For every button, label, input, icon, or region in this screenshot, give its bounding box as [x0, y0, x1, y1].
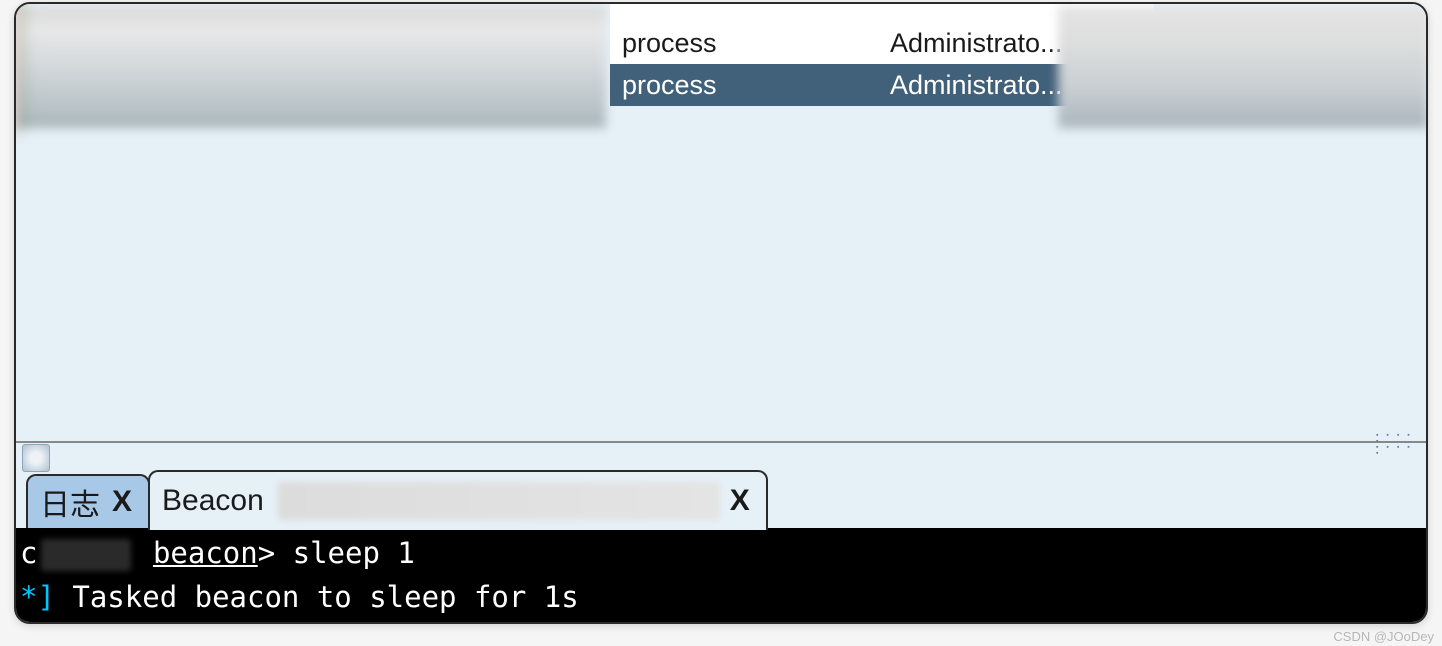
console-command: sleep 1	[293, 536, 415, 570]
tab-label: 日志	[40, 480, 100, 524]
app-window: process Administrato... process Administ…	[14, 2, 1428, 624]
tab-scroll-icon[interactable]	[22, 444, 50, 472]
tab-label: Beacon	[162, 484, 264, 518]
redacted-area-left	[16, 6, 606, 128]
redacted-tab-text	[278, 482, 720, 520]
tab-beacon[interactable]: Beacon X	[148, 470, 768, 530]
console-prompt-line: c beacon> sleep 1	[20, 532, 1422, 576]
console-response: Tasked beacon to sleep for 1s	[72, 580, 578, 614]
cell-process-name: process	[610, 70, 886, 101]
cell-process-name	[610, 2, 886, 22]
redacted-host	[41, 539, 131, 571]
beacon-console[interactable]: c beacon> sleep 1 *] Tasked beacon to sl…	[16, 530, 1426, 624]
session-list-pane: process Administrato... process Administ…	[16, 4, 1426, 441]
close-icon[interactable]: X	[726, 484, 754, 518]
marker-icon: *]	[20, 580, 55, 614]
cell-process-name: process	[610, 28, 886, 59]
pane-divider[interactable]	[16, 441, 1426, 443]
watermark: CSDN @JOoDey	[1333, 629, 1434, 644]
redacted-area-right	[1058, 6, 1428, 128]
tab-strip: 日志X Beacon X	[16, 456, 1426, 530]
tab-log[interactable]: 日志X	[26, 474, 150, 528]
resize-grip-icon[interactable]: ▪ ▪ ▪ ▪ ▪▪ ▪ ▪ ▪ ▪	[1376, 433, 1416, 447]
prompt-name: beacon	[153, 536, 258, 570]
close-icon[interactable]: X	[108, 485, 136, 519]
console-output-line: *] Tasked beacon to sleep for 1s	[20, 576, 1422, 620]
